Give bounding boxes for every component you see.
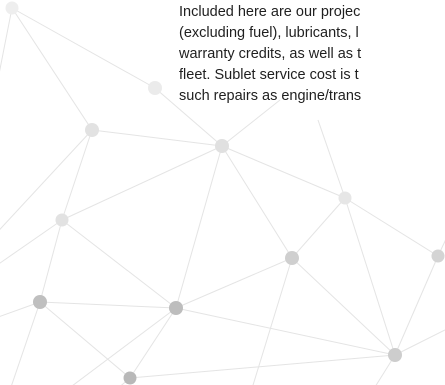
paragraph-line: Included here are our projec: [179, 4, 361, 20]
network-node: [388, 348, 402, 362]
network-node: [148, 81, 162, 95]
network-node: [33, 295, 47, 309]
paragraph-line: fleet. Sublet service cost is t: [179, 67, 359, 83]
network-node: [123, 371, 137, 385]
network-node: [338, 191, 352, 205]
network-node: [169, 301, 183, 315]
network-node: [215, 139, 229, 153]
network-node: [5, 1, 19, 15]
paragraph-line: such repairs as engine/trans: [179, 88, 362, 104]
network-node: [55, 213, 69, 227]
body-paragraph: Included here are our projec (excluding …: [179, 2, 445, 107]
paragraph-line: (excluding fuel), lubricants, l: [179, 25, 359, 41]
network-node: [285, 251, 299, 265]
paragraph-line: warranty credits, as well as t: [179, 46, 362, 62]
network-node: [85, 123, 99, 137]
network-node: [431, 249, 445, 263]
